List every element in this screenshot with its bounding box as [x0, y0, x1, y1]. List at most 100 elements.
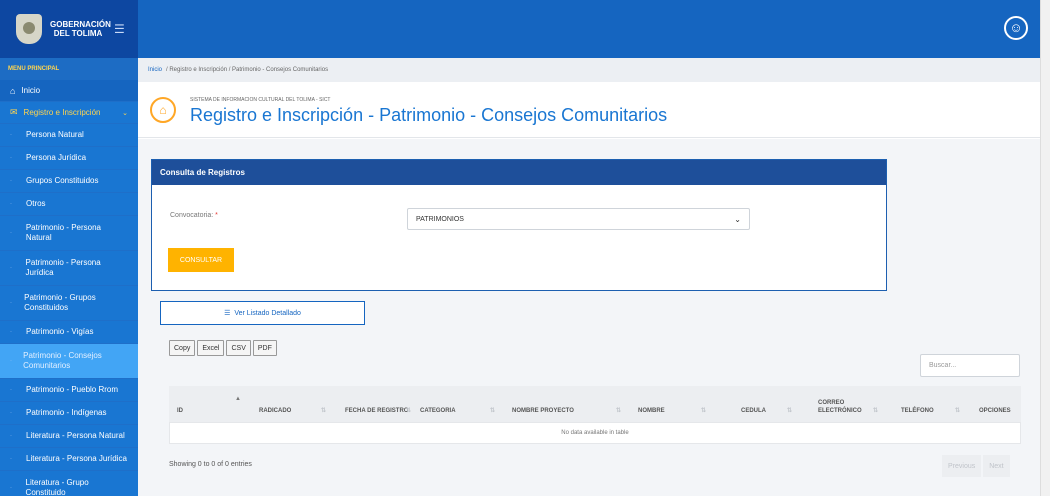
previous-button[interactable]: Previous: [942, 455, 982, 477]
bullet-icon: ·: [10, 155, 12, 161]
sidebar-subitem-label: Patrimonio - Persona Jurídica: [25, 258, 101, 277]
convocatoria-selected-value: PATRIMONIOS: [416, 215, 464, 223]
sidebar-subitem-patrimonio-indigenas[interactable]: · Patrimonio - Indígenas: [0, 402, 138, 425]
ver-listado-label: Ver Listado Detallado: [234, 309, 301, 317]
list-icon: ☰: [224, 310, 231, 317]
export-buttons: Copy Excel CSV PDF: [169, 340, 279, 356]
excel-button[interactable]: Excel: [197, 340, 225, 356]
sidebar-subitem-grupos-constituidos[interactable]: · Grupos Constituidos: [0, 170, 138, 193]
pdf-button[interactable]: PDF: [252, 340, 277, 356]
column-header-telefono[interactable]: TELÉFONO ⇅: [881, 399, 963, 415]
convocatoria-label-text: Convocatoria:: [170, 212, 214, 219]
sidebar-subitem-literatura-grupo-constituido[interactable]: · Literatura - Grupo Constituido: [0, 471, 138, 496]
user-avatar-icon[interactable]: ☺: [1004, 16, 1028, 40]
convocatoria-label: Convocatoria: *: [170, 212, 218, 219]
ver-listado-detallado-button[interactable]: ☰ Ver Listado Detallado: [160, 301, 365, 325]
bullet-icon: ·: [10, 433, 12, 439]
column-header-label: OPCIONES: [979, 408, 1011, 414]
brand-name: GOBERNACIÓN DEL TOLIMA: [50, 20, 111, 38]
menu-title: MENU PRINCIPAL: [0, 58, 138, 80]
sidebar-subitem-label: Otros: [26, 199, 46, 208]
column-header-label: CEDULA: [741, 408, 766, 414]
column-header-radicado[interactable]: RADICADO ⇅: [249, 399, 329, 415]
copy-button[interactable]: Copy: [169, 340, 196, 356]
column-header-label: TELÉFONO: [901, 408, 934, 414]
page-title: Registro e Inscripción - Patrimonio - Co…: [190, 105, 668, 125]
column-header-opciones[interactable]: OPCIONES: [963, 399, 1021, 415]
column-header-fecha-registro[interactable]: FECHA DE REGISTRO ⇅: [329, 399, 414, 415]
page-scrollbar[interactable]: [1040, 0, 1050, 496]
brand: GOBERNACIÓN DEL TOLIMA ☰: [0, 0, 138, 58]
sidebar-subitem-label: Literatura - Grupo Constituido: [25, 477, 89, 496]
brand-name-line2: DEL TOLIMA: [53, 29, 103, 38]
required-marker: *: [215, 212, 218, 219]
sidebar-subitem-label: Persona Jurídica: [26, 153, 87, 162]
column-header-correo[interactable]: CORREO ELECTRÓNICO ⇅: [795, 399, 881, 415]
search-input[interactable]: [920, 354, 1020, 377]
sidebar-subitem-patrimonio-pueblo-rrom[interactable]: · Patrimonio - Pueblo Rrom: [0, 379, 138, 402]
chevron-down-icon: ⌄: [734, 214, 741, 224]
column-header-cedula[interactable]: CEDULA ⇅: [709, 399, 795, 415]
sidebar-subitem-patrimonio-vigias[interactable]: · Patrimonio - Vigías: [0, 321, 138, 344]
column-header-nombre[interactable]: NOMBRE ⇅: [624, 399, 709, 415]
bullet-icon: ·: [10, 265, 12, 271]
column-header-nombre-proyecto[interactable]: NOMBRE PROYECTO ⇅: [498, 399, 624, 415]
sidebar-subitem-otros[interactable]: · Otros: [0, 193, 138, 216]
sidebar-item-label: Registro e Inscripción: [23, 107, 101, 117]
sidebar-subitem-label: Literatura - Persona Natural: [26, 431, 125, 440]
sort-icon: ⇅: [320, 408, 326, 414]
sidebar-item-inicio[interactable]: ⌂ Inicio: [0, 80, 138, 102]
entries-info: Showing 0 to 0 of 0 entries: [169, 461, 252, 468]
column-header-label: NOMBRE: [638, 408, 665, 414]
sidebar-subitem-literatura-persona-juridica[interactable]: · Literatura - Persona Jurídica: [0, 448, 138, 471]
sidebar-subitem-label: Patrimonio - Pueblo Rrom: [26, 385, 119, 394]
home-icon: ⌂: [150, 97, 176, 123]
bullet-icon: ·: [10, 410, 12, 416]
column-header-label: RADICADO: [259, 408, 292, 414]
chevron-down-icon: ⌄: [122, 109, 128, 117]
breadcrumb: Inicio / Registro e Inscripción / Patrim…: [138, 58, 1040, 82]
next-button[interactable]: Next: [983, 455, 1010, 477]
table-header: ID ▲ RADICADO ⇅ FECHA DE REGISTRO ⇅ CATE…: [169, 386, 1021, 422]
column-header-label: ID: [177, 408, 183, 414]
breadcrumb-path: / Registro e Inscripción / Patrimonio - …: [166, 67, 329, 73]
sidebar-subitem-label: Patrimonio - Consejos Comunitarios: [23, 351, 102, 370]
table-empty-row: No data available in table: [169, 422, 1021, 444]
sidebar-subitem-persona-juridica[interactable]: · Persona Jurídica: [0, 147, 138, 170]
hamburger-menu-icon[interactable]: ☰: [114, 22, 125, 36]
sidebar-item-registro[interactable]: ✉ Registro e Inscripción ⌄: [0, 102, 138, 124]
column-header-label: NOMBRE PROYECTO: [512, 408, 574, 414]
column-header-label: CATEGORIA: [420, 408, 456, 414]
sort-icon: ⇅: [872, 408, 878, 414]
home-icon: ⌂: [10, 85, 16, 96]
convocatoria-select[interactable]: PATRIMONIOS ⌄: [407, 208, 750, 230]
sort-icon: ⇅: [615, 408, 621, 414]
column-header-categoria[interactable]: CATEGORIA ⇅: [414, 399, 498, 415]
column-header-label: FECHA DE REGISTRO: [345, 408, 409, 414]
sidebar-subitem-patrimonio-grupos-constituidos[interactable]: · Patrimonio - Grupos Constituidos: [0, 286, 138, 321]
sidebar-subitem-patrimonio-persona-juridica[interactable]: · Patrimonio - Persona Jurídica: [0, 251, 138, 286]
envelope-icon: ✉: [10, 107, 18, 117]
bullet-icon: ·: [10, 178, 12, 184]
sidebar-subitem-label: Literatura - Persona Jurídica: [26, 454, 127, 463]
bullet-icon: ·: [10, 358, 12, 364]
sort-icon: ⇅: [786, 408, 792, 414]
sidebar-subitem-label: Patrimonio - Vigías: [26, 327, 94, 336]
sidebar-subitem-patrimonio-persona-natural[interactable]: · Patrimonio - Persona Natural: [0, 216, 138, 251]
bullet-icon: ·: [10, 201, 12, 207]
csv-button[interactable]: CSV: [226, 340, 251, 356]
system-name: SISTEMA DE INFORMACION CULTURAL DEL TOLI…: [190, 97, 331, 103]
registros-table: ID ▲ RADICADO ⇅ FECHA DE REGISTRO ⇅ CATE…: [169, 386, 1021, 444]
consultar-button[interactable]: CONSULTAR: [168, 248, 234, 272]
sidebar-subitem-patrimonio-consejos-comunitarios[interactable]: · Patrimonio - Consejos Comunitarios: [0, 344, 138, 379]
sort-asc-icon: ▲: [235, 396, 241, 402]
sidebar: GOBERNACIÓN DEL TOLIMA ☰ MENU PRINCIPAL …: [0, 0, 138, 496]
column-header-id[interactable]: ID ▲: [169, 396, 249, 415]
sidebar-subitem-persona-natural[interactable]: · Persona Natural: [0, 124, 138, 147]
sidebar-subitem-label: Patrimonio - Persona Natural: [25, 223, 101, 242]
bullet-icon: ·: [10, 484, 12, 491]
column-header-label: CORREO ELECTRÓNICO: [818, 400, 862, 414]
sidebar-item-label: Inicio: [21, 85, 41, 95]
sidebar-subitem-literatura-persona-natural[interactable]: · Literatura - Persona Natural: [0, 425, 138, 448]
breadcrumb-home-link[interactable]: Inicio: [148, 67, 162, 73]
